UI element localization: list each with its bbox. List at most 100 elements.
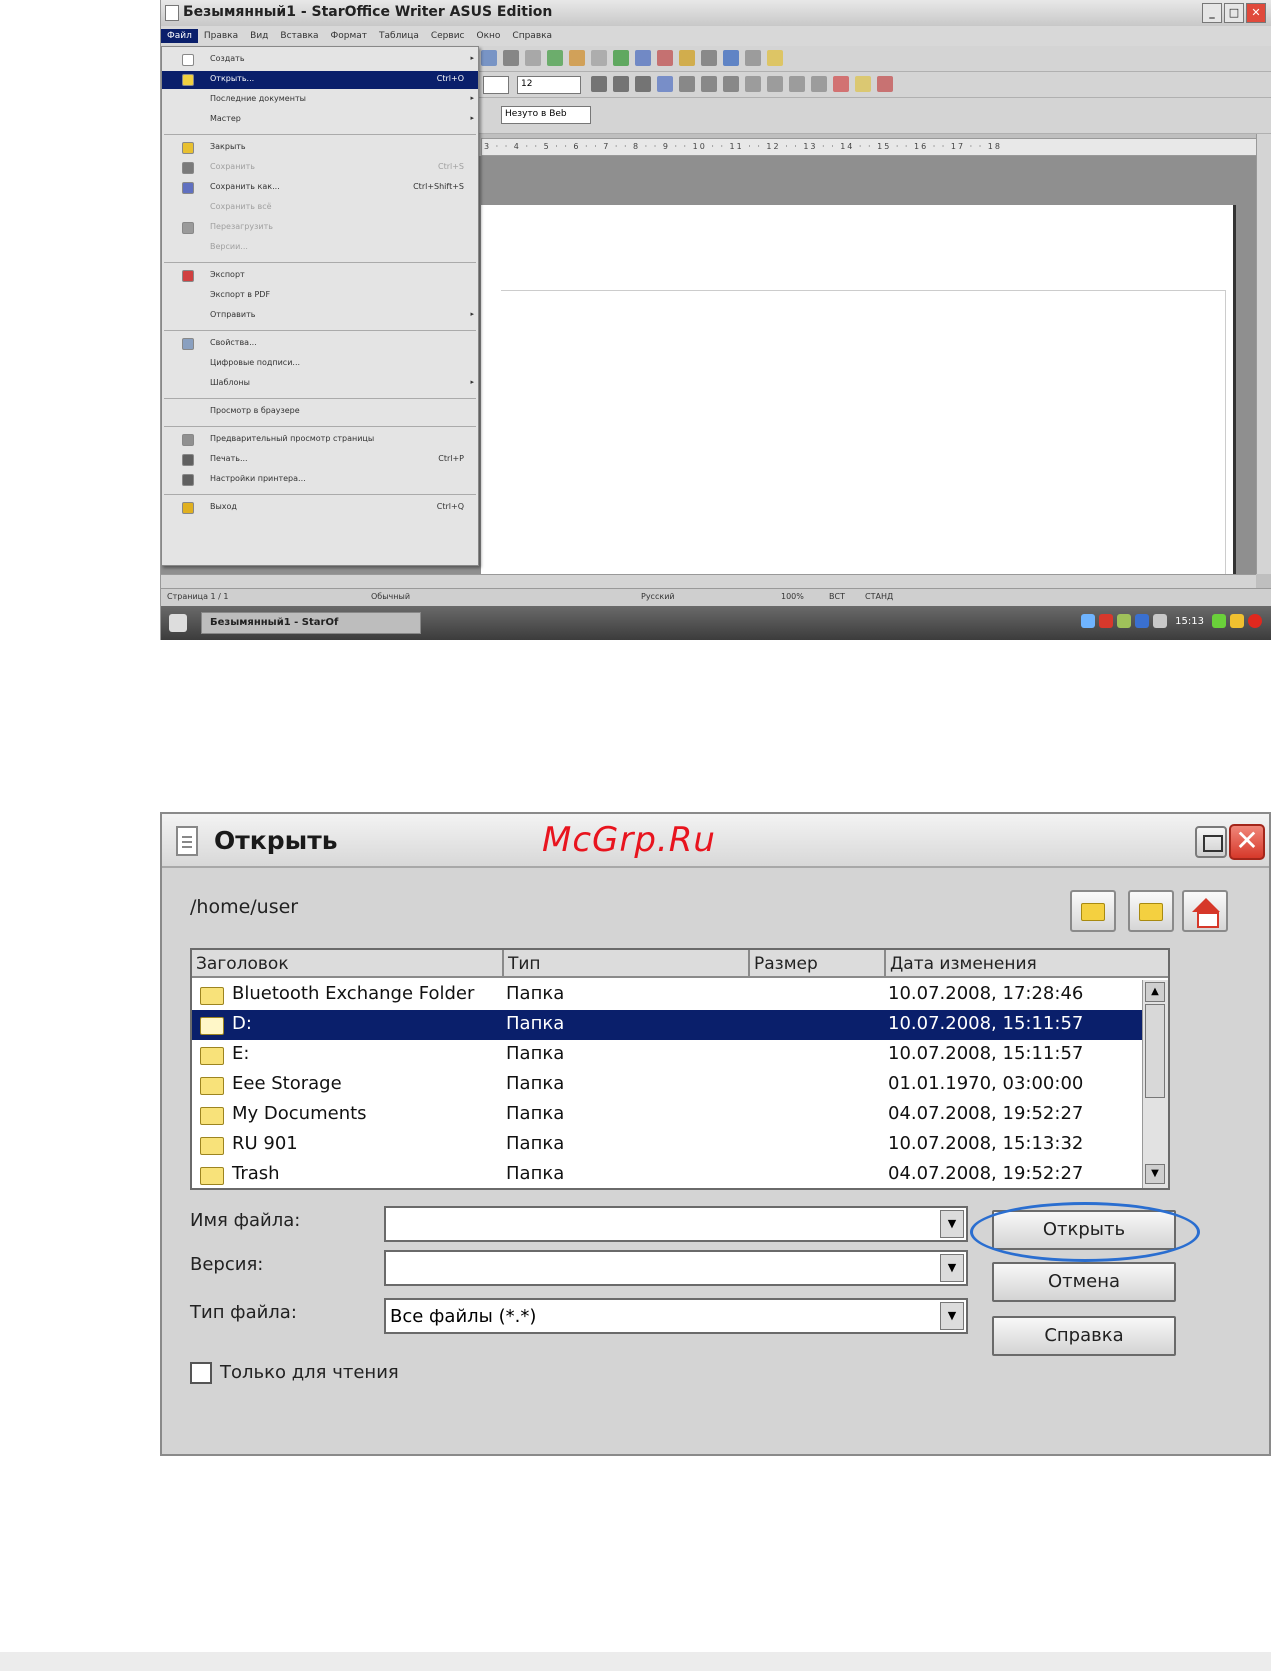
table-row[interactable]: D: Папка 10.07.2008, 15:11:57 bbox=[192, 1010, 1144, 1040]
minimize-icon[interactable]: _ bbox=[1202, 3, 1222, 23]
redo-icon[interactable] bbox=[569, 50, 585, 66]
scroll-down-icon[interactable]: ▼ bbox=[1145, 1164, 1165, 1184]
file-menu-item-11[interactable]: Экспорт в PDF bbox=[162, 287, 478, 305]
cancel-button[interactable]: Отмена bbox=[992, 1262, 1176, 1302]
file-menu-item-9[interactable]: Версии... bbox=[162, 239, 478, 257]
table-row[interactable]: Bluetooth Exchange Folder Папка 10.07.2008… bbox=[192, 980, 1144, 1010]
align-right-icon[interactable] bbox=[701, 76, 717, 92]
spellcheck-icon[interactable] bbox=[635, 50, 651, 66]
find-icon[interactable] bbox=[657, 50, 673, 66]
file-menu-item-20[interactable]: Выход Ctrl+Q bbox=[162, 499, 478, 517]
nonprint-icon[interactable] bbox=[723, 50, 739, 66]
up-one-level-button[interactable] bbox=[1070, 890, 1116, 932]
column-type[interactable]: Тип bbox=[504, 950, 750, 978]
menu-3[interactable]: Вставка bbox=[274, 29, 324, 43]
undo-icon[interactable] bbox=[547, 50, 563, 66]
file-menu-item-2[interactable]: Последние документы ▸ bbox=[162, 91, 478, 109]
table-icon[interactable] bbox=[613, 50, 629, 66]
file-menu-item-18[interactable]: Печать... Ctrl+P bbox=[162, 451, 478, 469]
file-menu-item-12[interactable]: Отправить ▸ bbox=[162, 307, 478, 325]
table-row[interactable]: RU 901 Папка 10.07.2008, 15:13:32 bbox=[192, 1130, 1144, 1160]
taskbar-writer-button[interactable]: Безымянный1 - StarOf bbox=[201, 612, 421, 634]
green-status-icon[interactable] bbox=[1212, 614, 1226, 628]
file-menu-item-3[interactable]: Мастер ▸ bbox=[162, 111, 478, 129]
menu-2[interactable]: Вид bbox=[244, 29, 274, 43]
vertical-scrollbar[interactable] bbox=[1256, 134, 1271, 574]
network-icon[interactable] bbox=[1081, 614, 1096, 628]
help-button[interactable]: Справка bbox=[992, 1316, 1176, 1356]
file-list-scrollbar[interactable]: ▲ ▼ bbox=[1142, 980, 1168, 1188]
file-menu-item-10[interactable]: Экспорт bbox=[162, 267, 478, 285]
version-combo[interactable]: ▼ bbox=[384, 1250, 968, 1286]
home-icon[interactable] bbox=[169, 614, 187, 632]
filetype-combo[interactable]: Все файлы (*.*) ▼ bbox=[384, 1298, 968, 1334]
numbering-icon[interactable] bbox=[745, 76, 761, 92]
horizontal-scrollbar[interactable] bbox=[161, 574, 1256, 588]
file-menu-item-14[interactable]: Цифровые подписи... bbox=[162, 355, 478, 373]
flag-icon[interactable] bbox=[1099, 614, 1114, 628]
file-menu-item-6[interactable]: Сохранить как... Ctrl+Shift+S bbox=[162, 179, 478, 197]
file-menu-item-7[interactable]: Сохранить всё bbox=[162, 199, 478, 217]
chevron-down-icon[interactable]: ▼ bbox=[940, 1210, 964, 1238]
hyperlink-icon[interactable] bbox=[591, 50, 607, 66]
highlight-icon[interactable] bbox=[855, 76, 871, 92]
home-button[interactable] bbox=[1182, 890, 1228, 932]
file-menu-item-13[interactable]: Свойства... bbox=[162, 335, 478, 353]
menu-5[interactable]: Таблица bbox=[373, 29, 425, 43]
table-row[interactable]: Trash Папка 04.07.2008, 19:52:27 bbox=[192, 1160, 1144, 1188]
power-icon[interactable] bbox=[1248, 614, 1262, 628]
file-list[interactable]: Заголовок Тип Размер Дата изменения Blue… bbox=[190, 948, 1170, 1190]
file-menu-item-5[interactable]: Сохранить Ctrl+S bbox=[162, 159, 478, 177]
font-name-combo[interactable] bbox=[483, 76, 509, 94]
close-icon[interactable]: ✕ bbox=[1229, 824, 1265, 860]
font-color-icon[interactable] bbox=[833, 76, 849, 92]
help-icon[interactable] bbox=[767, 50, 783, 66]
web-mode-combo[interactable]: Незуто в Веb bbox=[501, 106, 591, 124]
bullets-icon[interactable] bbox=[767, 76, 783, 92]
gallery-icon[interactable] bbox=[701, 50, 717, 66]
close-icon[interactable]: ✕ bbox=[1246, 3, 1266, 23]
menu-7[interactable]: Окно bbox=[471, 29, 507, 43]
file-menu-item-0[interactable]: Создать ▸ bbox=[162, 51, 478, 69]
paste-icon[interactable] bbox=[503, 50, 519, 66]
file-menu-item-4[interactable]: Закрыть bbox=[162, 139, 478, 157]
align-center-icon[interactable] bbox=[679, 76, 695, 92]
scroll-up-icon[interactable]: ▲ bbox=[1145, 982, 1165, 1002]
menu-1[interactable]: Правка bbox=[198, 29, 244, 43]
new-folder-button[interactable] bbox=[1128, 890, 1174, 932]
menu-4[interactable]: Формат bbox=[325, 29, 374, 43]
yellow-status-icon[interactable] bbox=[1230, 614, 1244, 628]
indent-increase-icon[interactable] bbox=[811, 76, 827, 92]
maximize-icon[interactable]: □ bbox=[1224, 3, 1244, 23]
chevron-down-icon[interactable]: ▼ bbox=[940, 1254, 964, 1282]
volume-icon[interactable] bbox=[1117, 614, 1132, 628]
align-left-icon[interactable] bbox=[657, 76, 673, 92]
bold-icon[interactable] bbox=[591, 76, 607, 92]
column-size[interactable]: Размер bbox=[750, 950, 886, 978]
menu-0[interactable]: Файл bbox=[161, 29, 198, 43]
menu-8[interactable]: Справка bbox=[506, 29, 558, 43]
menu-6[interactable]: Сервис bbox=[425, 29, 471, 43]
navigator-icon[interactable] bbox=[679, 50, 695, 66]
readonly-checkbox[interactable] bbox=[190, 1362, 212, 1384]
file-menu-item-15[interactable]: Шаблоны ▸ bbox=[162, 375, 478, 393]
battery-icon[interactable] bbox=[1153, 614, 1168, 628]
copy-icon[interactable] bbox=[481, 50, 497, 66]
table-row[interactable]: My Documents Папка 04.07.2008, 19:52:27 bbox=[192, 1100, 1144, 1130]
file-menu-item-17[interactable]: Предварительный просмотр страницы bbox=[162, 431, 478, 449]
format-paint-icon[interactable] bbox=[525, 50, 541, 66]
scroll-thumb[interactable] bbox=[1145, 1004, 1165, 1098]
filename-combo[interactable]: ▼ bbox=[384, 1206, 968, 1242]
table-row[interactable]: E: Папка 10.07.2008, 15:11:57 bbox=[192, 1040, 1144, 1070]
wifi-icon[interactable] bbox=[1135, 614, 1150, 628]
zoom-icon[interactable] bbox=[745, 50, 761, 66]
underline-icon[interactable] bbox=[635, 76, 651, 92]
file-menu-item-16[interactable]: Просмотр в браузере bbox=[162, 403, 478, 421]
justify-icon[interactable] bbox=[723, 76, 739, 92]
chevron-down-icon[interactable]: ▼ bbox=[940, 1302, 964, 1330]
font-size-combo[interactable]: 12 bbox=[517, 76, 581, 94]
file-menu-item-19[interactable]: Настройки принтера... bbox=[162, 471, 478, 489]
indent-decrease-icon[interactable] bbox=[789, 76, 805, 92]
column-date[interactable]: Дата изменения bbox=[886, 950, 1168, 978]
column-title[interactable]: Заголовок bbox=[192, 950, 504, 978]
